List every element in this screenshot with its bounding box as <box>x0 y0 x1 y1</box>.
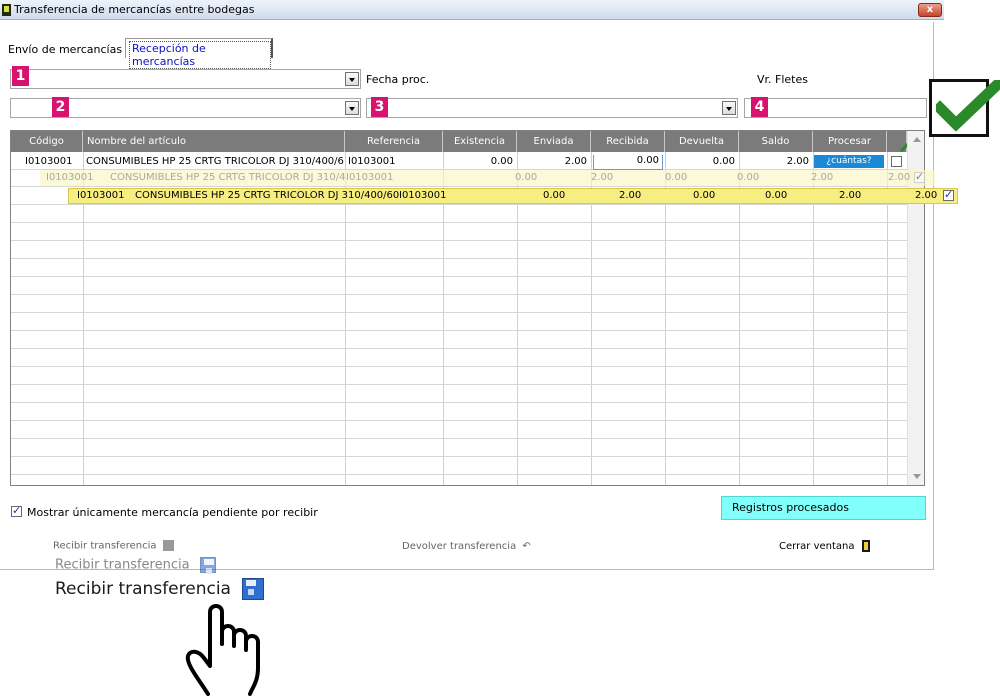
badge-4: 4 <box>751 97 768 117</box>
exit-door-icon <box>861 540 870 552</box>
save-icon <box>242 578 265 600</box>
big-recibir-label: Recibir transferencia <box>55 579 231 599</box>
ghost-codigo: I0103001 <box>46 172 94 183</box>
highlight-row: I0103001 CONSUMIBLES HP 25 CRTG TRICOLOR… <box>68 188 958 204</box>
cerrar-button[interactable]: Cerrar ventana <box>779 540 870 552</box>
cell-nombre: CONSUMIBLES HP 25 CRTG TRICOLOR DJ 310/4… <box>86 156 344 167</box>
ghost-saldo: 2.00 <box>811 172 834 183</box>
hl-recibida: 0.00 <box>693 190 716 201</box>
col-codigo[interactable]: Código <box>11 131 83 152</box>
mostrar-label: Mostrar únicamente mercancía pendiente p… <box>27 506 318 519</box>
undo-icon: ↶ <box>522 541 531 552</box>
ghost-row: I0103001 CONSUMIBLES HP 25 CRTG TRICOLOR… <box>40 170 935 186</box>
hl-enviada: 2.00 <box>619 190 642 201</box>
col-devuelta[interactable]: Devuelta <box>665 131 739 152</box>
recibir-zoom-big: Recibir transferencia <box>55 578 265 600</box>
devolver-label: Devolver transferencia <box>402 541 517 552</box>
recibir-zoom-mid: Recibir transferencia <box>55 557 216 574</box>
cell-existencia: 0.00 <box>490 156 513 167</box>
col-referencia[interactable]: Referencia <box>345 131 443 152</box>
hand-pointer-icon <box>185 604 260 696</box>
save-icon <box>162 540 174 551</box>
ghost-checkbox <box>914 170 925 183</box>
check-mark-icon <box>929 79 1000 137</box>
hl-referencia: I0103001 <box>399 190 447 201</box>
col-enviada[interactable]: Enviada <box>517 131 591 152</box>
procesar-checkbox[interactable] <box>891 156 902 167</box>
badge-2: 2 <box>52 97 69 117</box>
hl-devuelta: 0.00 <box>765 190 788 201</box>
hl-checkbox <box>943 188 954 201</box>
ghost-nombre: CONSUMIBLES HP 25 CRTG TRICOLOR DJ 310/4… <box>110 172 345 183</box>
cell-codigo: I0103001 <box>25 156 73 167</box>
col-saldo[interactable]: Saldo <box>739 131 813 152</box>
scroll-down-icon[interactable] <box>913 474 921 479</box>
devolver-button[interactable]: Devolver transferencia ↶ <box>402 541 531 552</box>
chevron-down-icon[interactable] <box>345 72 359 86</box>
mid-recibir-label: Recibir transferencia <box>55 557 190 573</box>
badge-3: 3 <box>371 97 388 117</box>
cerrar-label: Cerrar ventana <box>779 541 855 552</box>
badge-1: 1 <box>12 66 29 86</box>
hl-nombre: CONSUMIBLES HP 25 CRTG TRICOLOR DJ 310/4… <box>135 190 400 201</box>
bodega-origen-select[interactable] <box>10 69 361 89</box>
recibida-input[interactable]: 0.00 <box>593 155 663 170</box>
window-title: Transferencia de mercancías entre bodega… <box>14 3 255 16</box>
tab-recepcion-label: Recepción de mercancías <box>129 41 271 69</box>
fletes-label: Vr. Fletes <box>757 73 808 86</box>
cell-devuelta: 0.00 <box>712 156 735 167</box>
hl-saldo: 2.00 <box>839 190 862 201</box>
ghost-recibida: 0.00 <box>665 172 688 183</box>
fletes-input[interactable] <box>744 98 927 118</box>
app-icon <box>2 4 11 16</box>
ghost-referencia: I0103001 <box>346 172 394 183</box>
ghost-devuelta: 0.00 <box>737 172 760 183</box>
recibir-button[interactable]: Recibir transferencia <box>53 540 174 552</box>
ghost-extra: 2.00 <box>888 172 911 183</box>
tab-envio[interactable]: Envío de mercancías <box>8 43 122 56</box>
mostrar-checkbox[interactable] <box>11 504 22 517</box>
col-recibida[interactable]: Recibida <box>591 131 665 152</box>
hl-existencia: 0.00 <box>543 190 566 201</box>
hl-codigo: I0103001 <box>77 190 125 201</box>
close-icon: x <box>926 4 934 15</box>
recibir-label: Recibir transferencia <box>53 540 157 552</box>
chevron-down-icon[interactable] <box>345 101 359 115</box>
save-icon <box>199 557 216 574</box>
cell-referencia: I0103001 <box>348 156 396 167</box>
cuantas-button[interactable]: ¿cuántas? <box>814 155 884 168</box>
tab-recepcion[interactable]: Recepción de mercancías <box>125 38 273 69</box>
col-procesar[interactable]: Procesar <box>813 131 887 152</box>
registros-procesados: Registros procesados <box>721 496 926 520</box>
chevron-down-icon[interactable] <box>722 101 736 115</box>
close-button[interactable]: x <box>918 3 942 17</box>
cell-enviada: 2.00 <box>564 156 587 167</box>
col-existencia[interactable]: Existencia <box>443 131 517 152</box>
scroll-up-icon[interactable] <box>913 137 921 142</box>
hl-extra: 2.00 <box>915 190 938 201</box>
grid-header: Código Nombre del artículo Referencia Ex… <box>11 131 924 152</box>
cell-saldo: 2.00 <box>786 156 809 167</box>
ghost-enviada: 2.00 <box>591 172 614 183</box>
fecha-label: Fecha proc. <box>366 73 430 86</box>
col-nombre[interactable]: Nombre del artículo <box>83 131 345 152</box>
fecha-proc-select[interactable] <box>366 98 738 118</box>
ghost-existencia: 0.00 <box>515 172 538 183</box>
